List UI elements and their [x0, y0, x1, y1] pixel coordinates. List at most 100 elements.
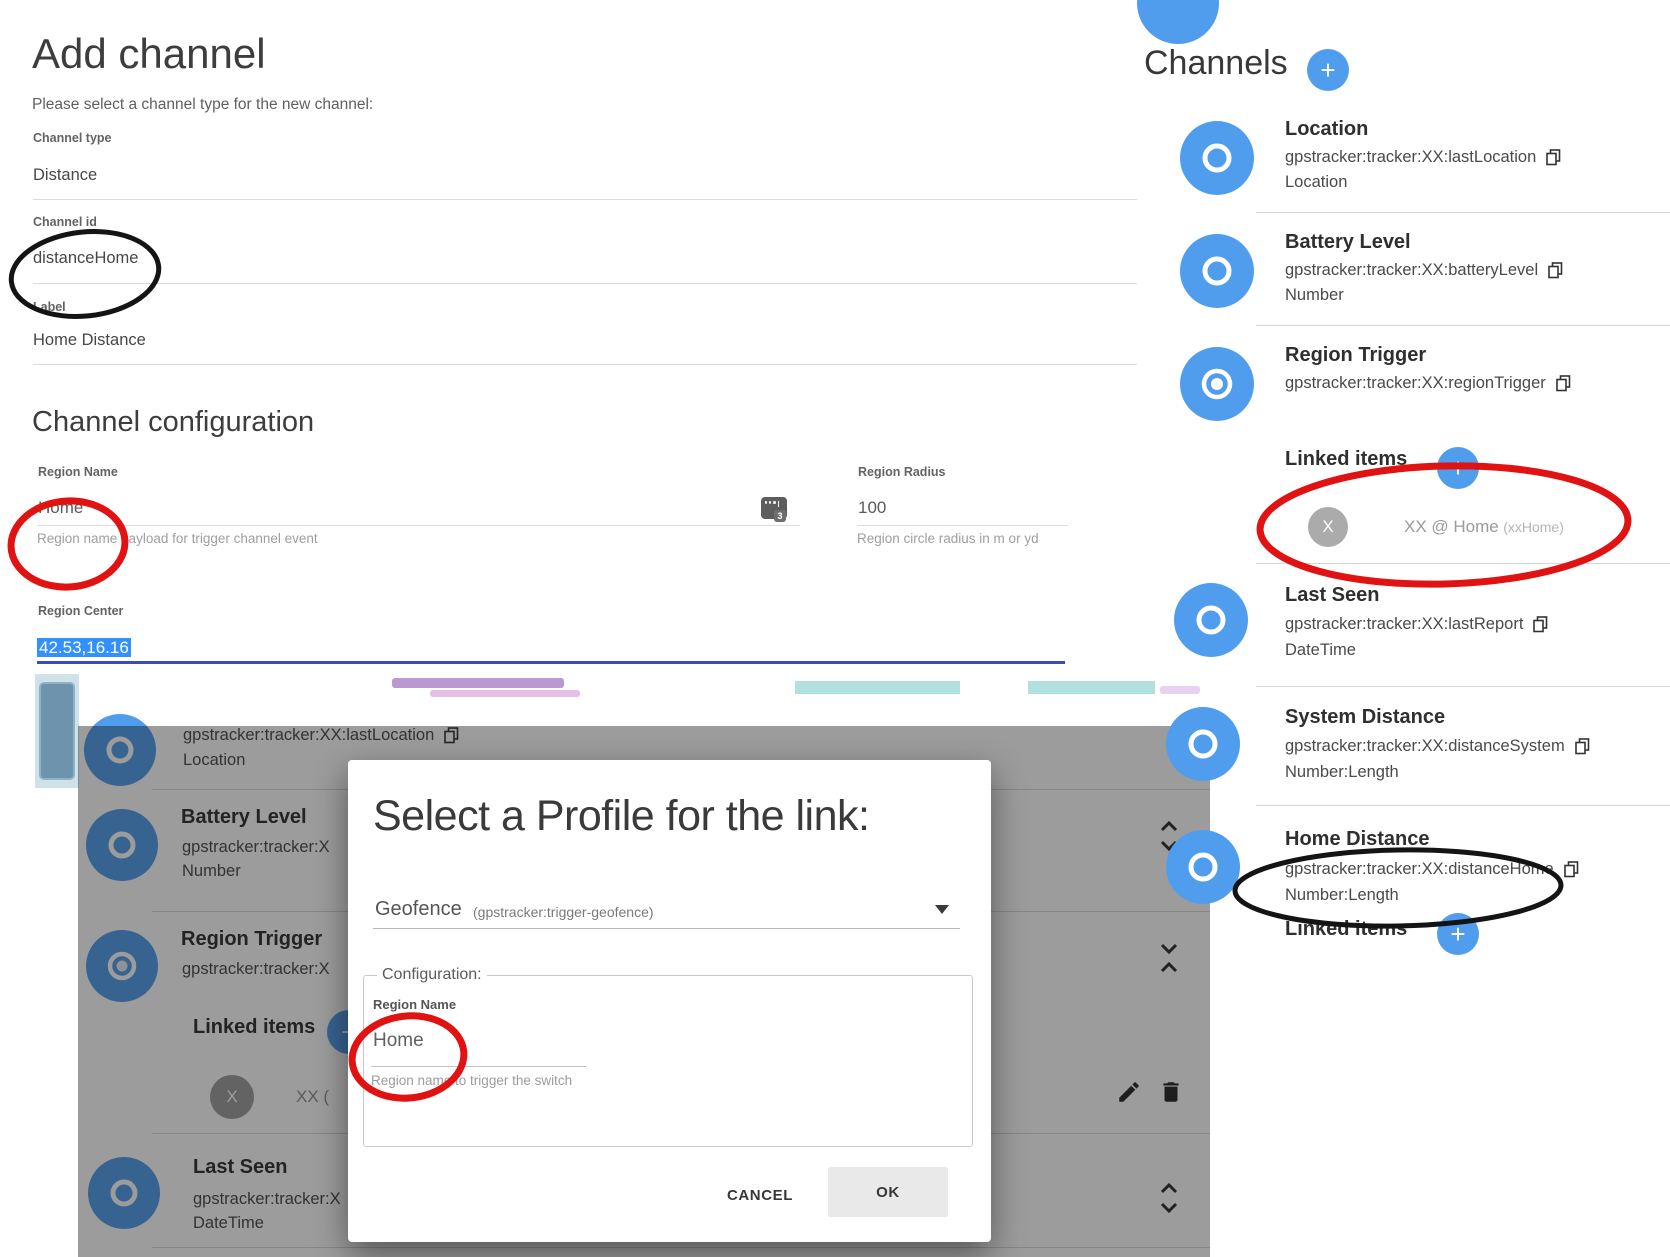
form-intro: Please select a channel type for the new…: [32, 96, 373, 114]
channel-type-text: DateTime: [1285, 641, 1356, 660]
channel-uid: gpstracker:tracker:XX:distanceHome: [1285, 860, 1579, 879]
channel-uid: gpstracker:tracker:XX:regionTrigger: [1285, 374, 1571, 393]
circle-outline-icon: [1199, 140, 1235, 176]
field-underline: [33, 199, 1137, 200]
divider: [1256, 686, 1670, 687]
channel-state-icon: [1180, 234, 1254, 308]
label-input[interactable]: Home Distance: [33, 331, 146, 350]
config-section-title: Channel configuration: [32, 406, 314, 439]
annotation-ellipse-channel-id: [5, 226, 165, 322]
scroll-top-fab[interactable]: [1137, 0, 1219, 44]
screenshot-artifact: [795, 681, 960, 694]
circle-outline-icon: [1185, 726, 1221, 762]
linked-item-avatar: X: [1308, 507, 1348, 547]
channel-type-text: Number: [1285, 286, 1344, 305]
linked-items-label: Linked items: [1285, 918, 1407, 941]
copy-icon[interactable]: [1546, 149, 1561, 166]
screenshot-artifact: [1028, 681, 1155, 694]
screenshot-artifact: [1160, 686, 1200, 694]
region-radius-input[interactable]: 100: [858, 498, 886, 518]
page-title: Add channel: [32, 30, 266, 78]
channel-type-text: Number:Length: [1285, 763, 1399, 782]
profile-select[interactable]: Geofence (gpstracker:trigger-geofence): [373, 895, 966, 931]
circle-outline-icon: [1199, 253, 1235, 289]
channel-title: Location: [1285, 118, 1368, 141]
select-underline: [373, 928, 960, 929]
focus-underline: [37, 661, 1065, 664]
channel-title: Last Seen: [1285, 584, 1379, 607]
copy-icon[interactable]: [1533, 616, 1548, 633]
dialog-title: Select a Profile for the link:: [373, 792, 869, 841]
add-channel-button[interactable]: +: [1307, 49, 1349, 91]
linked-item-label: XX @ Home: [1404, 517, 1499, 536]
label-label: Label: [33, 300, 66, 314]
ok-button[interactable]: OK: [828, 1167, 948, 1217]
channel-title: System Distance: [1285, 706, 1445, 729]
circle-outline-icon: [1193, 602, 1229, 638]
cancel-button[interactable]: CANCEL: [705, 1175, 815, 1215]
field-underline: [857, 525, 1068, 526]
add-link-button[interactable]: +: [1437, 447, 1479, 489]
dialog-region-name-input[interactable]: Home: [373, 1030, 424, 1052]
channel-type-text: Location: [1285, 173, 1347, 192]
channel-title: Battery Level: [1285, 231, 1411, 254]
copy-icon[interactable]: [1548, 262, 1563, 279]
page: Add channel Please select a channel type…: [0, 0, 1670, 1257]
dialog-region-name-label: Region Name: [373, 997, 456, 1012]
fieldset-legend: Configuration:: [377, 966, 487, 984]
divider: [1256, 325, 1670, 326]
channel-title: Region Trigger: [1285, 344, 1426, 367]
channel-id-input[interactable]: distanceHome: [33, 249, 138, 268]
region-center-label: Region Center: [38, 604, 123, 618]
profile-select-uid: (gpstracker:trigger-geofence): [473, 904, 654, 920]
channel-uid: gpstracker:tracker:XX:batteryLevel: [1285, 261, 1563, 280]
profile-dialog: Select a Profile for the link: Geofence …: [348, 760, 991, 1242]
profile-select-value: Geofence: [375, 898, 462, 921]
channel-uid: gpstracker:tracker:XX:lastReport: [1285, 615, 1548, 634]
sidebar-title: Channels: [1144, 44, 1288, 83]
keyboard-input-icon[interactable]: 3: [761, 497, 787, 519]
copy-icon[interactable]: [1575, 738, 1590, 755]
screenshot-artifact: [35, 674, 79, 788]
configuration-fieldset: Configuration: Region Name Home Region n…: [363, 975, 973, 1147]
channel-uid: gpstracker:tracker:XX:lastLocation: [1285, 148, 1561, 167]
copy-icon[interactable]: [1564, 861, 1579, 878]
field-underline: [33, 364, 1137, 365]
channel-type-select[interactable]: Distance: [33, 166, 97, 185]
region-name-help: Region name payload for trigger channel …: [37, 531, 318, 546]
screenshot-artifact: [392, 678, 564, 688]
target-icon: [1198, 365, 1236, 403]
field-underline: [37, 525, 800, 526]
plus-icon: +: [1450, 919, 1465, 950]
channel-uid: gpstracker:tracker:XX:distanceSystem: [1285, 737, 1590, 756]
copy-icon[interactable]: [1556, 375, 1571, 392]
field-underline: [371, 1066, 586, 1067]
linked-items-label: Linked items: [1285, 448, 1407, 471]
add-link-button[interactable]: +: [1437, 913, 1479, 955]
channel-state-icon: [1174, 583, 1248, 657]
divider: [1256, 805, 1670, 806]
circle-outline-icon: [1185, 849, 1221, 885]
linked-item-row[interactable]: XX @ Home (xxHome): [1404, 517, 1564, 537]
channel-type-label: Channel type: [33, 131, 112, 145]
channel-trigger-icon: [1180, 347, 1254, 421]
channel-state-icon: [1166, 830, 1240, 904]
screenshot-artifact: [430, 690, 580, 697]
chevron-down-icon: [935, 905, 949, 914]
channel-type-text: Number:Length: [1285, 886, 1399, 905]
channel-state-icon: [1180, 121, 1254, 195]
region-radius-label: Region Radius: [858, 465, 946, 479]
channel-state-icon: [1166, 707, 1240, 781]
divider: [1256, 212, 1670, 213]
region-name-input[interactable]: Home: [38, 498, 83, 518]
divider: [1256, 563, 1670, 564]
linked-item-sublabel: (xxHome): [1503, 519, 1564, 535]
region-name-label: Region Name: [38, 465, 118, 479]
channel-title: Home Distance: [1285, 828, 1430, 851]
dialog-region-name-help: Region name to trigger the switch: [371, 1073, 572, 1088]
keyboard-badge: 3: [774, 510, 786, 522]
plus-icon: +: [1450, 453, 1465, 484]
channel-id-label: Channel id: [33, 215, 97, 229]
field-underline: [33, 283, 1137, 284]
region-center-input[interactable]: 42.53,16.16: [37, 638, 131, 657]
